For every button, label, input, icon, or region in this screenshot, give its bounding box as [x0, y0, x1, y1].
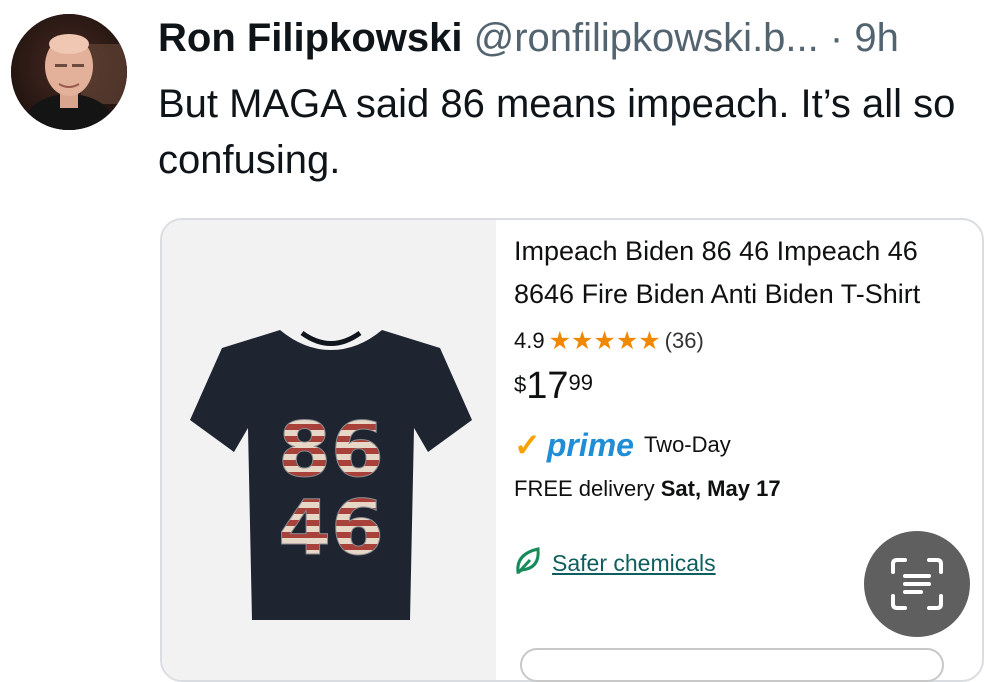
star-rating-icon: ★★★★★: [548, 327, 661, 355]
safer-chemicals-link[interactable]: Safer chemicals: [552, 550, 716, 577]
prime-badge: ✓ prime Two-Day: [514, 427, 954, 463]
delivery-date: Sat, May 17: [660, 476, 781, 501]
product-info: Impeach Biden 86 46 Impeach 46 8646 Fire…: [514, 230, 954, 581]
delivery-info: FREE delivery Sat, May 17: [514, 476, 954, 502]
tweet-text: But MAGA said 86 means impeach. It’s all…: [158, 82, 956, 182]
prime-label: prime: [546, 427, 634, 463]
price-currency: $: [514, 372, 527, 397]
text-scan-button[interactable]: [864, 531, 970, 637]
product-title[interactable]: Impeach Biden 86 46 Impeach 46 8646 Fire…: [514, 230, 954, 316]
tweet-header: Ron Filipkowski @ronfilipkowski.b... · 9…: [158, 14, 899, 62]
text-scan-icon: [891, 558, 943, 610]
prime-check-icon: ✓: [514, 427, 541, 463]
review-count: (36): [664, 328, 704, 353]
shipping-speed: Two-Day: [643, 432, 731, 457]
rating-value: 4.9: [514, 328, 545, 353]
price-whole: 17: [526, 365, 569, 407]
rating-row[interactable]: 4.9 ★★★★★ (36): [514, 326, 954, 356]
tshirt-image: 86 46: [162, 220, 496, 680]
product-card[interactable]: 86 46 Impeach Biden 86 46 Impeach 46 864…: [160, 218, 984, 682]
product-image[interactable]: 86 46: [162, 220, 496, 680]
profile-photo: [11, 14, 127, 130]
shirt-print-bottom: 46: [278, 483, 384, 572]
separator-dot: ·: [829, 16, 844, 60]
card-action-button[interactable]: [520, 648, 944, 682]
price: $ 17 99: [514, 366, 954, 406]
delivery-prefix: FREE delivery: [514, 476, 655, 501]
post-time[interactable]: 9h: [854, 16, 899, 60]
price-cents: 99: [568, 370, 594, 395]
shirt-print-top: 86: [278, 405, 384, 494]
leaf-icon: [514, 546, 542, 581]
author-handle[interactable]: @ronfilipkowski.b...: [474, 16, 819, 60]
avatar[interactable]: [11, 14, 127, 130]
author-name[interactable]: Ron Filipkowski: [158, 16, 462, 60]
